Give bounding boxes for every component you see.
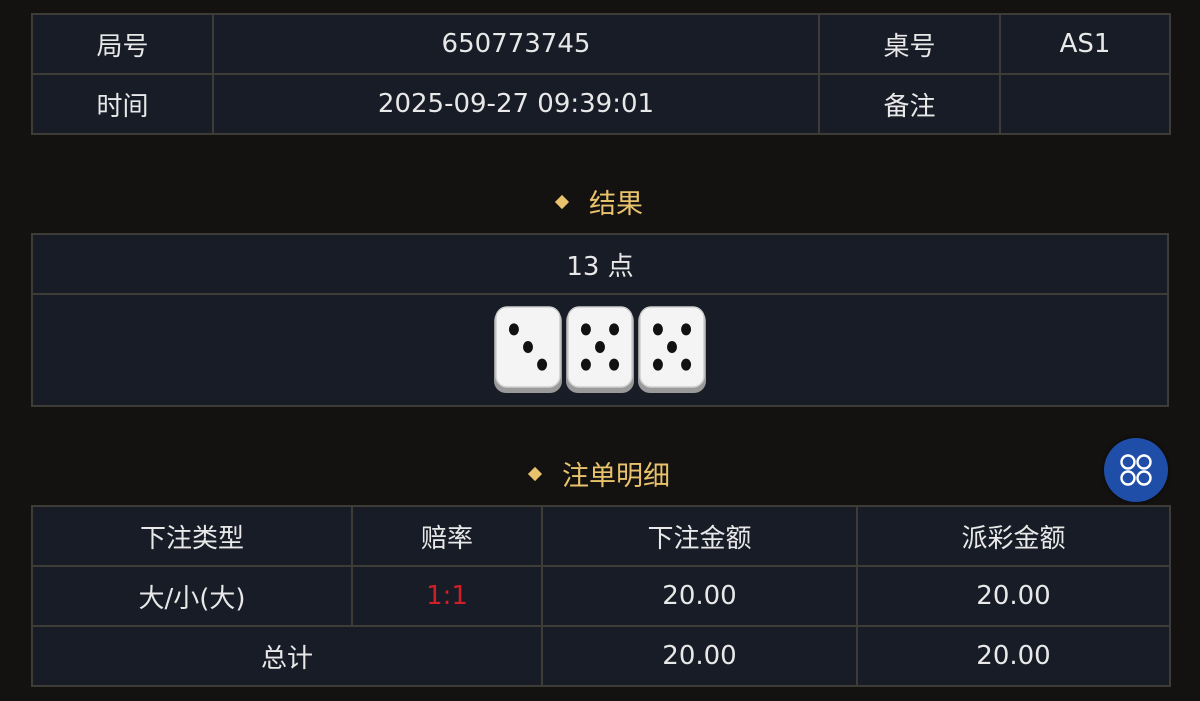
die-pip (681, 323, 692, 336)
round-info-table: 局号 650773745 桌号 AS1 时间 2025-09-27 09:39:… (31, 13, 1171, 135)
result-table: 13 点 (31, 233, 1169, 407)
bet-type: 大/小(大) (31, 565, 353, 627)
time-value: 2025-09-27 09:39:01 (212, 73, 820, 135)
die-pip (652, 323, 663, 336)
table-row: 13 点 (31, 233, 1169, 295)
die-1 (494, 306, 562, 393)
result-section-title: 结果 (0, 182, 1200, 221)
die-pip (580, 323, 591, 336)
floating-menu-button[interactable] (1104, 438, 1168, 502)
bet-amount: 20.00 (541, 565, 858, 627)
table-label: 桌号 (818, 13, 1001, 75)
table-header-row: 下注类型 赔率 下注金额 派彩金额 (31, 505, 1171, 567)
dice-group (33, 305, 1167, 395)
die-pip (681, 358, 692, 371)
die-pip (595, 341, 605, 353)
note-value (999, 73, 1171, 135)
time-label: 时间 (31, 73, 214, 135)
total-row: 总计 20.00 20.00 (31, 625, 1171, 687)
bet-detail-table: 下注类型 赔率 下注金额 派彩金额 大/小(大) 1:1 20.00 20.00… (31, 505, 1171, 687)
table-row: 局号 650773745 桌号 AS1 (31, 13, 1171, 75)
diamond-icon (527, 466, 543, 482)
table-row: 时间 2025-09-27 09:39:01 备注 (31, 73, 1171, 135)
dice-cell (31, 293, 1169, 407)
die-pip (523, 341, 533, 353)
table-value: AS1 (999, 13, 1171, 75)
die-2 (566, 306, 634, 393)
die-pip (667, 341, 677, 353)
header-bet-type: 下注类型 (31, 505, 353, 567)
round-value: 650773745 (212, 13, 820, 75)
note-label: 备注 (818, 73, 1001, 135)
die-pip (652, 358, 663, 371)
die-pip (508, 323, 519, 336)
odds-value: 1:1 (351, 565, 543, 627)
die-3 (638, 306, 706, 393)
table-row: 大/小(大) 1:1 20.00 20.00 (31, 565, 1171, 627)
detail-section-title: 注单明细 (0, 454, 1200, 493)
payout-amount: 20.00 (856, 565, 1171, 627)
total-label: 总计 (31, 625, 543, 687)
diamond-icon (554, 194, 570, 210)
die-pip (537, 358, 548, 371)
detail-title-text: 注单明细 (562, 461, 670, 492)
die-pip (580, 358, 591, 371)
die-pip (609, 358, 620, 371)
total-bet-amount: 20.00 (541, 625, 858, 687)
result-title-text: 结果 (589, 189, 643, 220)
header-bet-amount: 下注金额 (541, 505, 858, 567)
die-pip (609, 323, 620, 336)
total-payout-amount: 20.00 (856, 625, 1171, 687)
table-row (31, 293, 1169, 407)
grid-menu-icon (1120, 454, 1152, 486)
header-odds: 赔率 (351, 505, 543, 567)
result-points: 13 点 (31, 233, 1169, 295)
header-payout-amount: 派彩金额 (856, 505, 1171, 567)
round-label: 局号 (31, 13, 214, 75)
